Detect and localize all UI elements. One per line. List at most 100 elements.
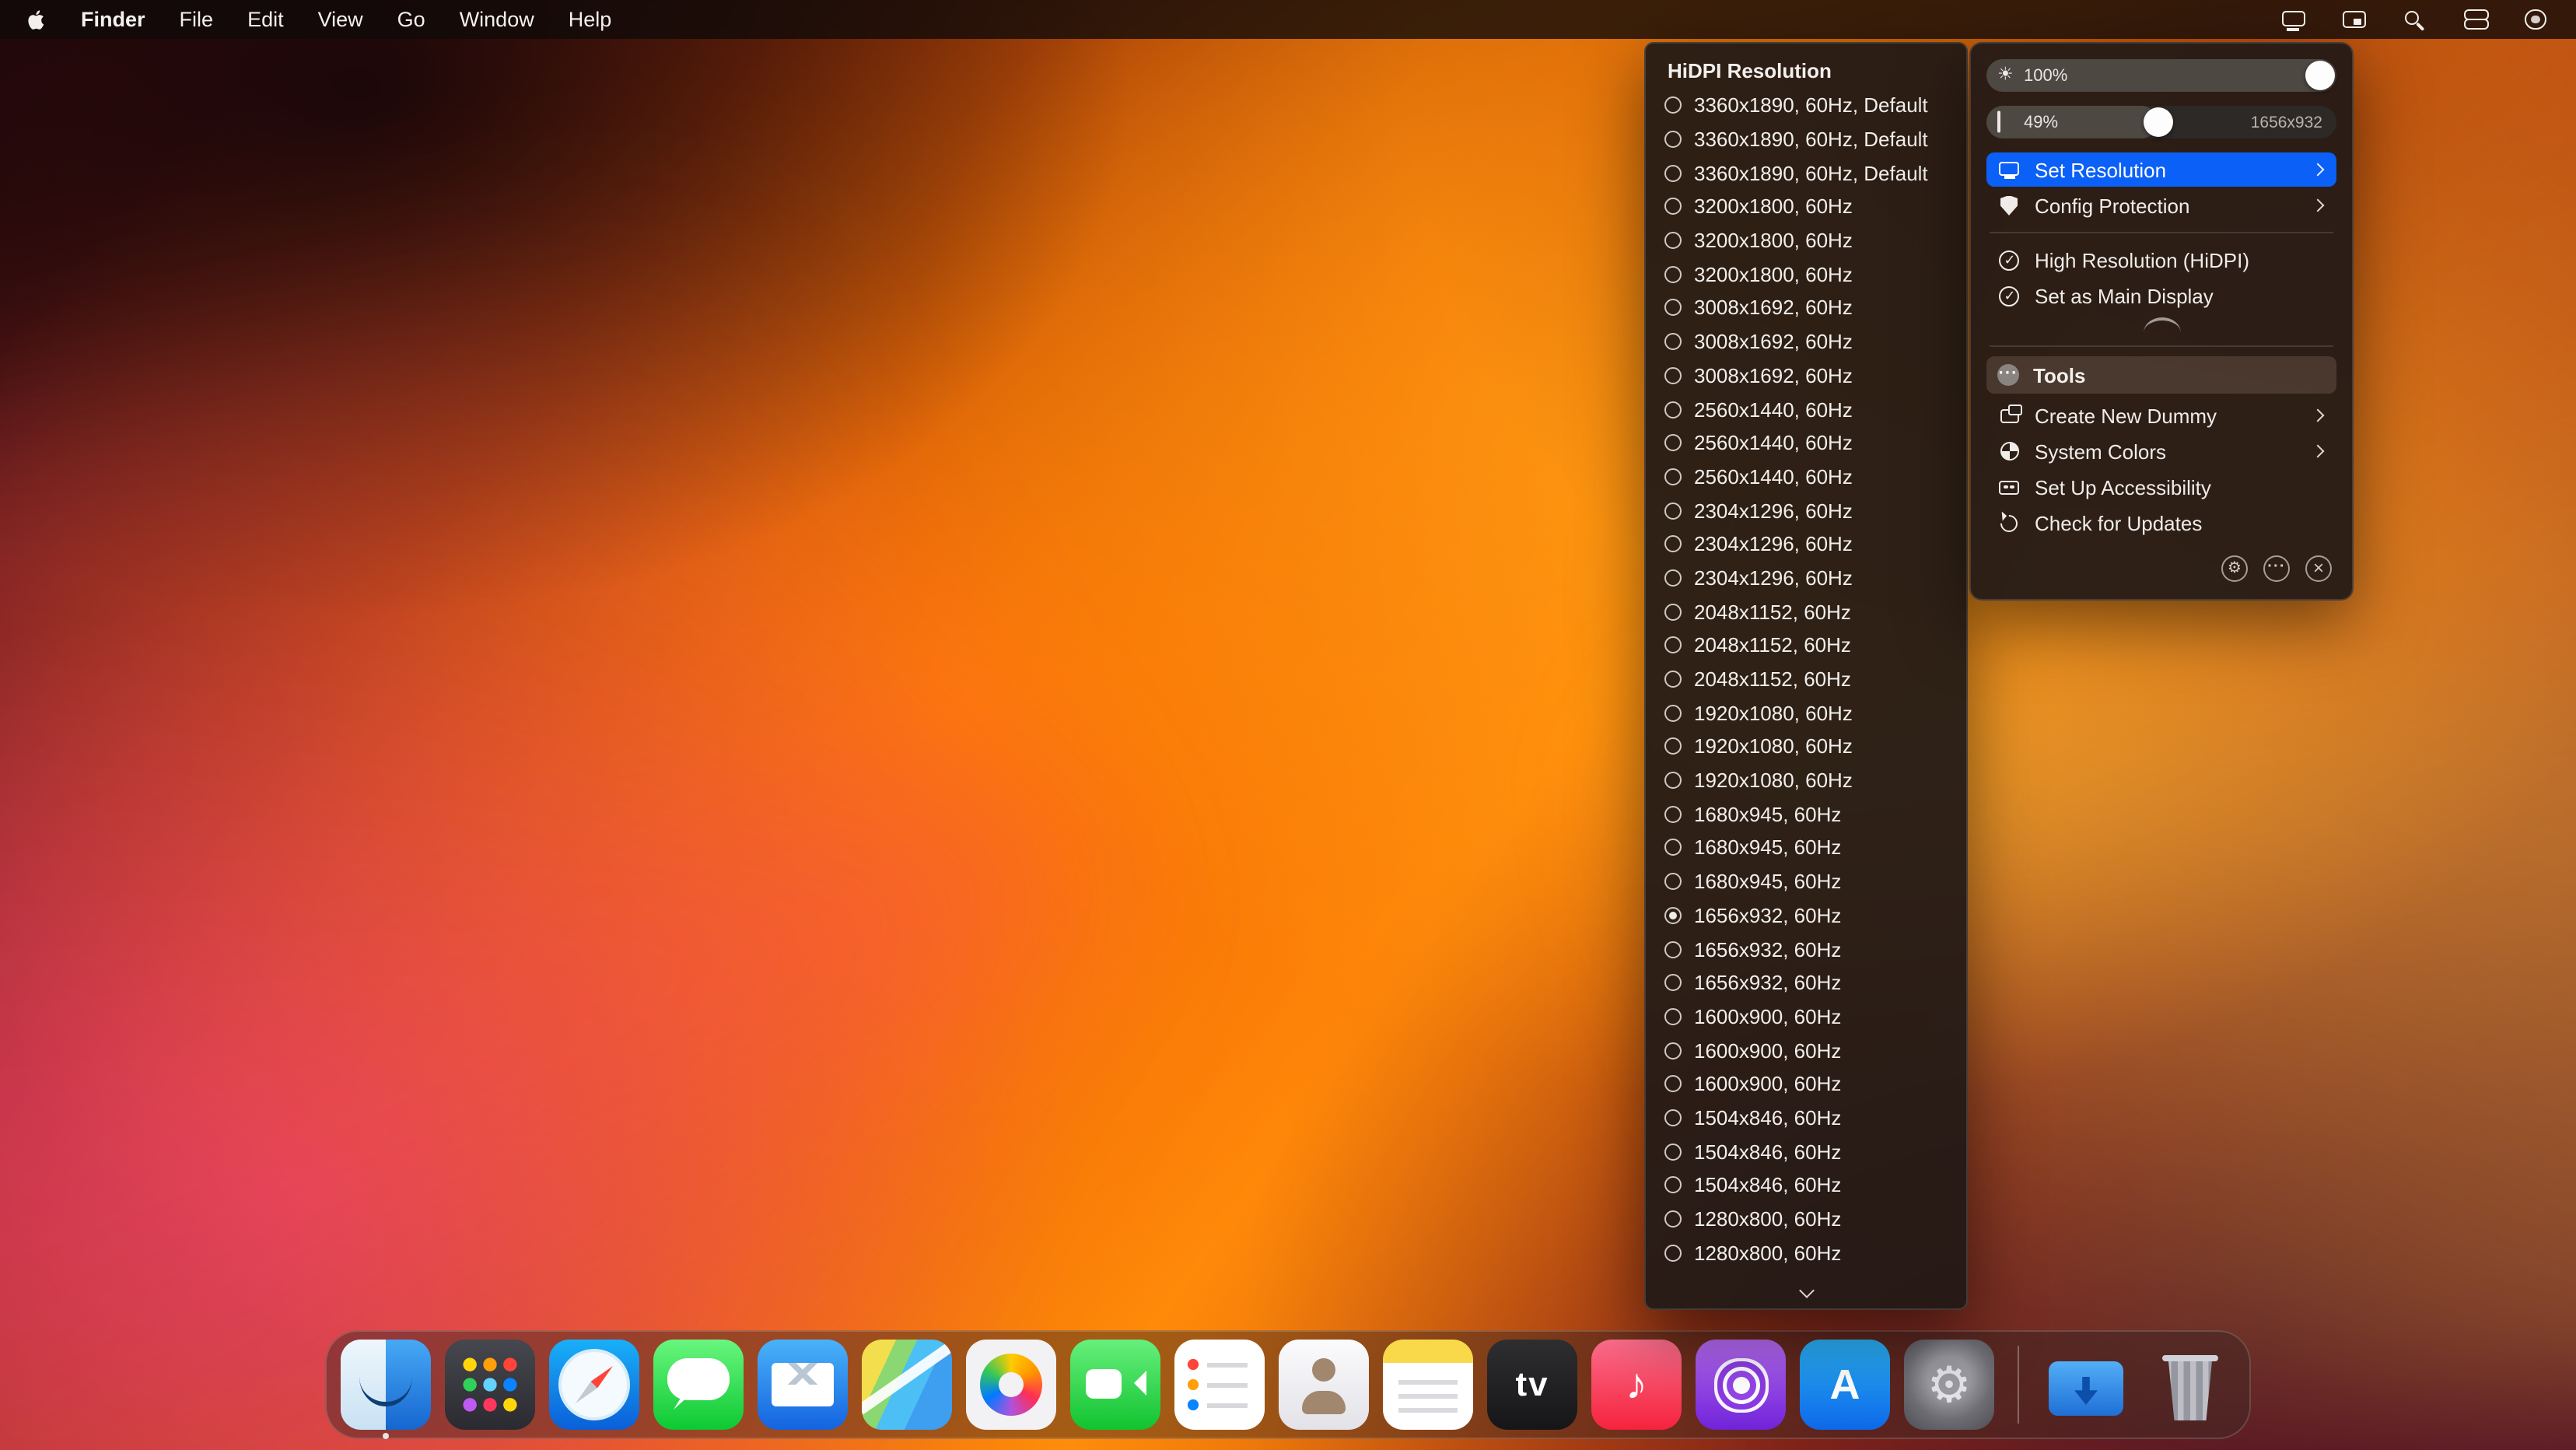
dock-app[interactable] — [341, 1340, 431, 1438]
dock-app[interactable] — [445, 1340, 535, 1430]
menu-item[interactable]: Config Protection — [1986, 188, 2336, 222]
footer-button[interactable] — [2305, 555, 2332, 582]
dock-app[interactable] — [966, 1340, 1056, 1430]
status-icon[interactable] — [2277, 0, 2308, 39]
footer-button[interactable] — [2263, 555, 2290, 582]
apple-menu[interactable] — [19, 0, 64, 39]
app-menus: File Edit View Go Window Help — [163, 0, 629, 39]
dock-app[interactable] — [1904, 1340, 1994, 1430]
radio-icon — [1664, 671, 1682, 688]
resolution-option[interactable]: 2560x1440, 60Hz — [1646, 392, 1966, 426]
resolution-option[interactable]: 1680x945, 60Hz — [1646, 831, 1966, 864]
resolution-option[interactable]: 3360x1890, 60Hz, Default — [1646, 156, 1966, 190]
dock-app[interactable] — [653, 1340, 744, 1430]
resolution-option[interactable]: 1504x846, 60Hz — [1646, 1135, 1966, 1168]
status-icon[interactable] — [2338, 0, 2369, 39]
resolution-option[interactable]: 1600x900, 60Hz — [1646, 1067, 1966, 1101]
status-icon[interactable] — [2520, 0, 2551, 39]
dock-app[interactable] — [1696, 1340, 1786, 1430]
resolution-option[interactable]: 1656x932, 60Hz — [1646, 898, 1966, 932]
footer-button[interactable] — [2221, 555, 2248, 582]
dock-app[interactable] — [1070, 1340, 1160, 1430]
resolution-option[interactable]: 3200x1800, 60Hz — [1646, 224, 1966, 257]
resolution-option[interactable]: 1656x932, 60Hz — [1646, 966, 1966, 1000]
status-icon[interactable] — [2399, 0, 2430, 39]
resolution-option[interactable]: 1680x945, 60Hz — [1646, 797, 1966, 831]
menu-bar-item[interactable]: View — [301, 0, 380, 39]
resolution-option[interactable]: 1920x1080, 60Hz — [1646, 764, 1966, 797]
resolution-option[interactable]: 3360x1890, 60Hz, Default — [1646, 122, 1966, 156]
menu-item[interactable]: System Colors — [1986, 434, 2336, 468]
resolution-option[interactable]: 1600x900, 60Hz — [1646, 1000, 1966, 1033]
resolution-option[interactable]: 2304x1296, 60Hz — [1646, 494, 1966, 527]
resolution-option[interactable]: 1656x932, 60Hz — [1646, 932, 1966, 965]
menu-bar-item[interactable]: Edit — [230, 0, 301, 39]
resolution-option[interactable]: 1280x800, 60Hz — [1646, 1236, 1966, 1270]
dock-app[interactable] — [2041, 1340, 2131, 1430]
resolution-option[interactable]: 3008x1692, 60Hz — [1646, 325, 1966, 359]
menu-item[interactable]: High Resolution (HiDPI) — [1986, 243, 2336, 277]
menu-bar-item[interactable]: Help — [551, 0, 629, 39]
resolution-option[interactable]: 1504x846, 60Hz — [1646, 1168, 1966, 1202]
menu-item[interactable]: Create New Dummy — [1986, 398, 2336, 433]
menu-item-icon — [1997, 510, 2021, 535]
radio-icon — [1664, 1143, 1682, 1161]
menu-bar-item[interactable]: Go — [380, 0, 443, 39]
scroll-more-button[interactable] — [1646, 1280, 1966, 1305]
collapse-button[interactable] — [1986, 314, 2336, 336]
resolution-option[interactable]: 1504x846, 60Hz — [1646, 1101, 1966, 1134]
resolution-option[interactable]: 1680x945, 60Hz — [1646, 865, 1966, 898]
resolution-option[interactable]: 3200x1800, 60Hz — [1646, 190, 1966, 223]
active-app-menu[interactable]: Finder — [64, 0, 163, 39]
menu-item[interactable]: Set as Main Display — [1986, 278, 2336, 313]
app-icon — [1279, 1340, 1369, 1430]
dock-app[interactable] — [1591, 1340, 1682, 1430]
menu-item-icon — [2000, 195, 2018, 215]
resolution-option[interactable]: 2304x1296, 60Hz — [1646, 527, 1966, 561]
dock-app[interactable] — [862, 1340, 952, 1430]
resolution-option[interactable]: 2048x1152, 60Hz — [1646, 629, 1966, 662]
resolution-option[interactable]: 2304x1296, 60Hz — [1646, 561, 1966, 594]
dock-app[interactable] — [1487, 1340, 1577, 1430]
dock-app[interactable] — [2145, 1340, 2235, 1430]
status-icon-glyph — [2404, 10, 2420, 26]
resolution-option[interactable]: 3008x1692, 60Hz — [1646, 291, 1966, 324]
radio-icon — [1664, 1042, 1682, 1059]
resolution-option[interactable]: 1280x800, 60Hz — [1646, 1202, 1966, 1235]
resolution-option[interactable]: 3008x1692, 60Hz — [1646, 359, 1966, 392]
dock-app[interactable] — [549, 1340, 639, 1430]
resolution-option[interactable]: 3360x1890, 60Hz, Default — [1646, 89, 1966, 122]
resolution-label: 3360x1890, 60Hz, Default — [1694, 128, 1928, 152]
menu-item[interactable]: Check for Updates — [1986, 506, 2336, 540]
menu-bar-item[interactable]: Window — [443, 0, 551, 39]
brightness-knob[interactable] — [2305, 61, 2335, 90]
menu-bar-item[interactable]: File — [163, 0, 231, 39]
resolution-option[interactable]: 2560x1440, 60Hz — [1646, 460, 1966, 493]
radio-icon — [1664, 333, 1682, 351]
resolution-label: 1920x1080, 60Hz — [1694, 769, 1853, 793]
resolution-option[interactable]: 3200x1800, 60Hz — [1646, 257, 1966, 291]
scale-knob[interactable] — [2143, 107, 2173, 137]
brightness-slider[interactable]: 100% — [1986, 59, 2336, 92]
check-circle-icon — [1999, 250, 2019, 271]
dock-app[interactable] — [1383, 1340, 1473, 1430]
dock-app[interactable] — [758, 1340, 848, 1430]
dock-app[interactable] — [2008, 1340, 2027, 1430]
app-icon — [341, 1340, 431, 1430]
status-icon[interactable] — [2459, 0, 2490, 39]
resolution-label: 1680x945, 60Hz — [1694, 835, 1842, 860]
resolution-option[interactable]: 1920x1080, 60Hz — [1646, 696, 1966, 730]
resolution-option[interactable]: 1920x1080, 60Hz — [1646, 730, 1966, 763]
menu-item[interactable]: Set Resolution — [1986, 152, 2336, 187]
dock-app[interactable] — [1279, 1340, 1369, 1430]
resolution-option[interactable]: 2048x1152, 60Hz — [1646, 662, 1966, 695]
scale-slider[interactable]: 49% 1656x932 — [1986, 106, 2336, 138]
radio-icon — [1664, 906, 1682, 924]
dock-app[interactable] — [1800, 1340, 1890, 1430]
dock-app[interactable] — [1174, 1340, 1265, 1430]
resolution-option[interactable]: 1600x900, 60Hz — [1646, 1034, 1966, 1067]
menu-bar-status-area — [2277, 0, 2557, 39]
resolution-option[interactable]: 2048x1152, 60Hz — [1646, 595, 1966, 629]
menu-item[interactable]: Set Up Accessibility — [1986, 470, 2336, 504]
resolution-option[interactable]: 2560x1440, 60Hz — [1646, 426, 1966, 460]
